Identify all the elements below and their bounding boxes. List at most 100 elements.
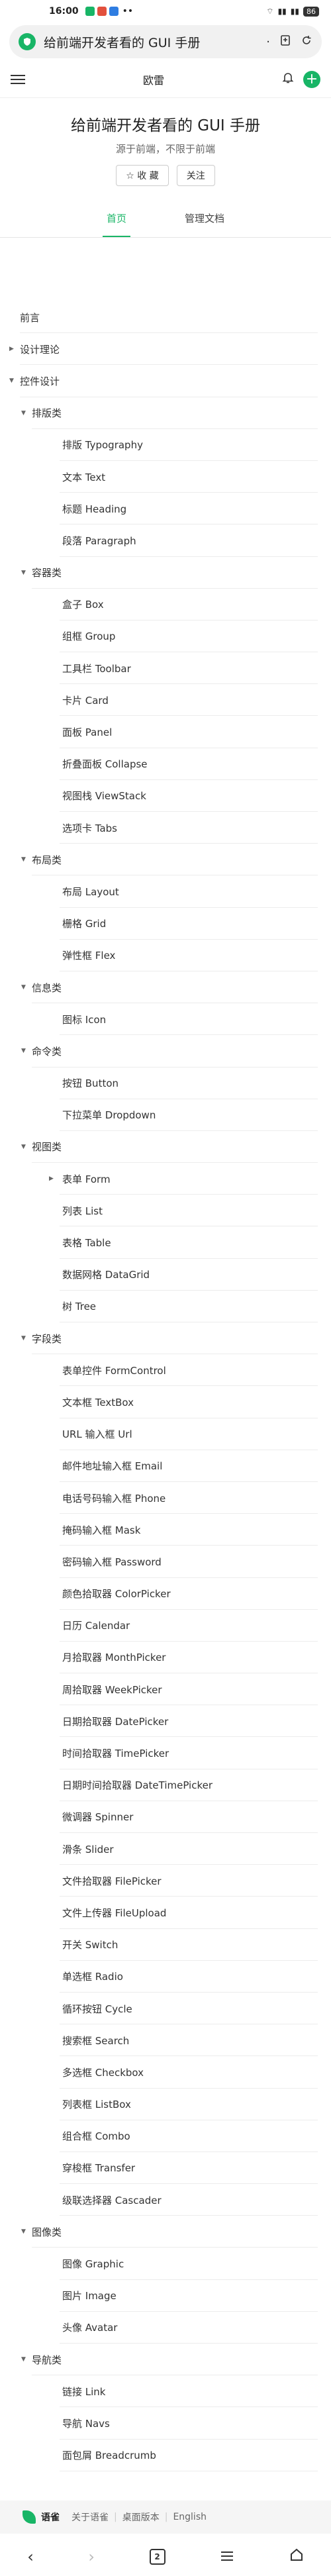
toc-item[interactable]: 标题 Heading bbox=[0, 493, 331, 525]
toc-item[interactable]: ▶ 设计理论 bbox=[0, 333, 331, 366]
toc-item[interactable]: 滑条 Slider bbox=[0, 1833, 331, 1865]
toc-item[interactable]: ▼ 布局类 bbox=[0, 844, 331, 876]
toc-item[interactable]: 头像 Avatar bbox=[0, 2312, 331, 2344]
back-icon[interactable]: ‹ bbox=[27, 2548, 34, 2566]
toc-item[interactable]: 循环按钮 Cycle bbox=[0, 1993, 331, 2025]
toc-item[interactable]: 盒子 Box bbox=[0, 589, 331, 620]
toc-item[interactable]: 面板 Panel bbox=[0, 716, 331, 748]
toc-item[interactable]: 搜索框 Search bbox=[0, 2024, 331, 2057]
collect-button[interactable]: ☆ 收 藏 bbox=[116, 165, 169, 186]
toc-item[interactable]: 排版 Typography bbox=[0, 429, 331, 461]
toc-item[interactable]: ▼ 图像类 bbox=[0, 2216, 331, 2248]
toc-item[interactable]: 密码输入框 Password bbox=[0, 1546, 331, 1578]
toc-item[interactable]: 日历 Calendar bbox=[0, 1610, 331, 1642]
caret-down-icon[interactable]: ▼ bbox=[21, 1335, 30, 1342]
toc-item[interactable]: 组合框 Combo bbox=[0, 2120, 331, 2152]
caret-down-icon[interactable]: ▼ bbox=[21, 2228, 30, 2235]
toc-item[interactable]: 视图栈 ViewStack bbox=[0, 780, 331, 812]
menu-icon[interactable] bbox=[11, 72, 25, 87]
toc-item[interactable]: 组框 Group bbox=[0, 620, 331, 653]
caret-down-icon[interactable]: ▼ bbox=[21, 1048, 30, 1054]
bookmark-icon[interactable] bbox=[279, 34, 291, 50]
caret-down-icon[interactable]: ▼ bbox=[9, 377, 19, 384]
toc-item[interactable]: 月拾取器 MonthPicker bbox=[0, 1642, 331, 1674]
toc-item[interactable]: 面包屑 Breadcrumb bbox=[0, 2440, 331, 2471]
toc-item[interactable]: 图片 Image bbox=[0, 2280, 331, 2312]
toc-item[interactable]: 多选框 Checkbox bbox=[0, 2056, 331, 2089]
toc-item[interactable]: 表单控件 FormControl bbox=[0, 1354, 331, 1387]
toc-item[interactable]: ▼ 导航类 bbox=[0, 2344, 331, 2376]
toc-item[interactable]: 工具栏 Toolbar bbox=[0, 652, 331, 685]
tab-manage-docs[interactable]: 管理文档 bbox=[185, 203, 224, 237]
toc-item[interactable]: 弹性框 Flex bbox=[0, 940, 331, 971]
toc-item[interactable]: 导航 Navs bbox=[0, 2407, 331, 2440]
toc-item[interactable]: ▼ 排版类 bbox=[0, 397, 331, 429]
caret-down-icon[interactable]: ▼ bbox=[21, 2356, 30, 2363]
tab-home[interactable]: 首页 bbox=[102, 203, 131, 237]
toc-item[interactable]: 掩码输入框 Mask bbox=[0, 1514, 331, 1546]
toc-item[interactable]: 按钮 Button bbox=[0, 1067, 331, 1099]
caret-down-icon[interactable]: ▼ bbox=[21, 1144, 30, 1150]
toc-item[interactable]: 列表框 ListBox bbox=[0, 2089, 331, 2120]
toc-item[interactable]: 穿梭框 Transfer bbox=[0, 2152, 331, 2185]
toc-item[interactable]: 表格 Table bbox=[0, 1226, 331, 1259]
page-title-in-address[interactable]: 给前端开发者看的 GUI 手册 bbox=[44, 33, 257, 51]
toc-item[interactable]: 布局 Layout bbox=[0, 875, 331, 908]
home-icon[interactable] bbox=[289, 2548, 304, 2566]
toc-item[interactable]: 文件上传器 FileUpload bbox=[0, 1897, 331, 1929]
toc-item[interactable]: 单选框 Radio bbox=[0, 1961, 331, 1993]
toc-item[interactable]: ▼ 容器类 bbox=[0, 557, 331, 589]
tabs-count-button[interactable]: 2 bbox=[149, 2549, 166, 2565]
toc-item[interactable]: 图标 Icon bbox=[0, 1003, 331, 1036]
toc-item[interactable]: 链接 Link bbox=[0, 2375, 331, 2408]
caret-down-icon[interactable]: ▼ bbox=[21, 410, 30, 417]
toc-item[interactable]: 文本 Text bbox=[0, 461, 331, 493]
forward-icon[interactable]: › bbox=[88, 2548, 95, 2566]
footer-brand[interactable]: 语雀 bbox=[41, 2510, 60, 2524]
toc-item[interactable]: 文本框 TextBox bbox=[0, 1386, 331, 1418]
toc-item[interactable]: 列表 List bbox=[0, 1195, 331, 1227]
toc-item[interactable]: 数据网格 DataGrid bbox=[0, 1259, 331, 1291]
address-bar[interactable]: 给前端开发者看的 GUI 手册 · bbox=[9, 25, 322, 58]
toc-item[interactable]: 颜色拾取器 ColorPicker bbox=[0, 1578, 331, 1610]
bell-icon[interactable] bbox=[282, 71, 294, 87]
add-button[interactable]: + bbox=[303, 70, 320, 88]
caret-down-icon[interactable]: ▼ bbox=[21, 570, 30, 576]
toc-item[interactable]: 开关 Switch bbox=[0, 1929, 331, 1961]
caret-right-icon[interactable]: ▶ bbox=[49, 1175, 58, 1182]
toc-item[interactable]: 选项卡 Tabs bbox=[0, 812, 331, 844]
toc-item[interactable]: 周拾取器 WeekPicker bbox=[0, 1673, 331, 1706]
toc-item[interactable]: 电话号码输入框 Phone bbox=[0, 1482, 331, 1514]
toc-item[interactable]: 卡片 Card bbox=[0, 684, 331, 717]
refresh-icon[interactable] bbox=[301, 34, 312, 50]
toc-item[interactable]: 段落 Paragraph bbox=[0, 524, 331, 557]
toc-item[interactable]: 前言 bbox=[0, 301, 331, 334]
menu-lines-icon[interactable] bbox=[220, 2548, 234, 2566]
toc-item[interactable]: ▼ 命令类 bbox=[0, 1035, 331, 1067]
toc-item[interactable]: ▼ 信息类 bbox=[0, 971, 331, 1004]
toc-item[interactable]: ▼ 控件设计 bbox=[0, 365, 331, 397]
toc-item[interactable]: 微调器 Spinner bbox=[0, 1801, 331, 1833]
follow-button[interactable]: 关注 bbox=[176, 165, 215, 186]
footer-desktop-link[interactable]: 桌面版本 bbox=[122, 2510, 160, 2524]
caret-right-icon[interactable]: ▶ bbox=[9, 346, 19, 352]
more-icon[interactable]: · bbox=[266, 35, 270, 49]
toc-item[interactable]: ▼ 视图类 bbox=[0, 1131, 331, 1164]
toc-item[interactable]: 折叠面板 Collapse bbox=[0, 748, 331, 780]
toc-item[interactable]: ▼ 字段类 bbox=[0, 1322, 331, 1355]
toc-item[interactable]: 级联选择器 Cascader bbox=[0, 2184, 331, 2216]
toc-item[interactable]: 日期时间拾取器 DateTimePicker bbox=[0, 1769, 331, 1801]
toc-item[interactable]: 树 Tree bbox=[0, 1291, 331, 1322]
caret-down-icon[interactable]: ▼ bbox=[21, 984, 30, 991]
toc-item[interactable]: 日期拾取器 DatePicker bbox=[0, 1705, 331, 1738]
toc-item[interactable]: 图像 Graphic bbox=[0, 2248, 331, 2280]
toc-item[interactable]: 时间拾取器 TimePicker bbox=[0, 1737, 331, 1769]
toc-item[interactable]: ▶ 表单 Form bbox=[0, 1163, 331, 1195]
toc-item[interactable]: URL 输入框 Url bbox=[0, 1418, 331, 1450]
caret-down-icon[interactable]: ▼ bbox=[21, 856, 30, 863]
toc-item[interactable]: 邮件地址输入框 Email bbox=[0, 1450, 331, 1482]
toc-item[interactable]: 文件拾取器 FilePicker bbox=[0, 1865, 331, 1897]
footer-about-link[interactable]: 关于语雀 bbox=[71, 2510, 109, 2524]
toc-item[interactable]: 下拉菜单 Dropdown bbox=[0, 1099, 331, 1131]
site-name[interactable]: 欧雷 bbox=[25, 72, 282, 87]
